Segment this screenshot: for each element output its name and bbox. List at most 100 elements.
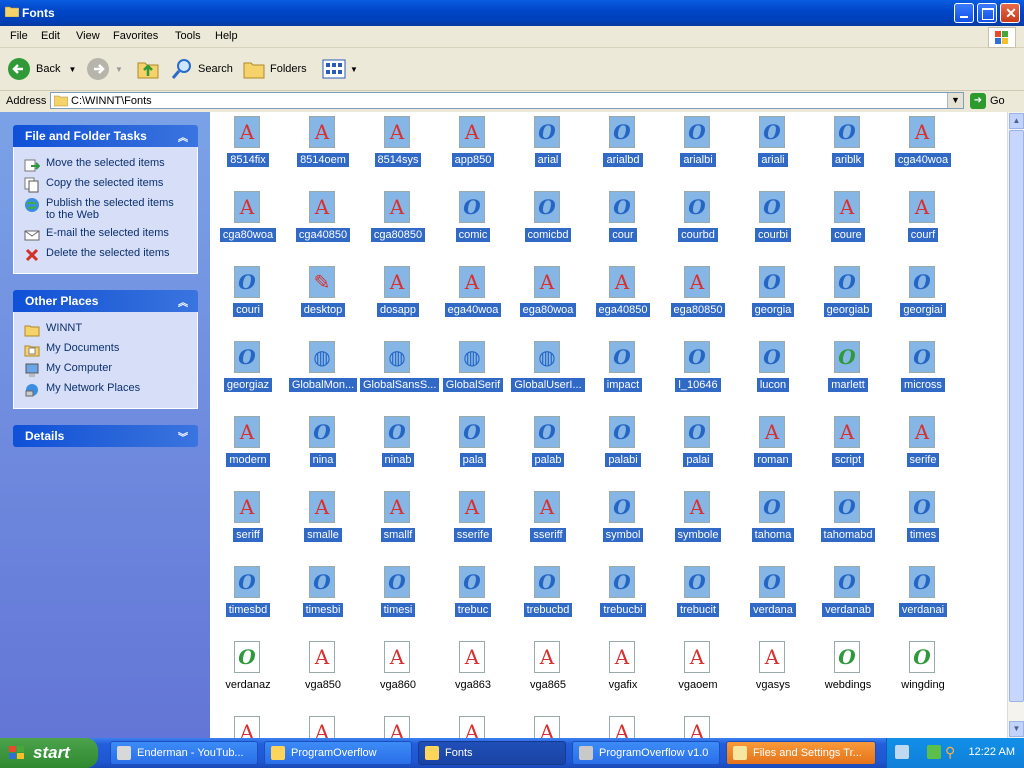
- file-item[interactable]: Opalab: [510, 416, 586, 470]
- file-item[interactable]: Owingding: [885, 641, 961, 695]
- file-item[interactable]: Aserife: [885, 416, 961, 470]
- file-item[interactable]: A: [660, 716, 736, 738]
- scroll-thumb[interactable]: [1009, 130, 1024, 702]
- collapse-chevron-icon[interactable]: ︽: [178, 129, 188, 144]
- menu-favorites[interactable]: Favorites: [113, 30, 158, 42]
- file-item[interactable]: Avgaoem: [660, 641, 736, 695]
- place-my-documents[interactable]: My Documents: [24, 342, 119, 358]
- file-item[interactable]: A: [510, 716, 586, 738]
- file-item[interactable]: Avgafix: [585, 641, 661, 695]
- file-item[interactable]: Omicross: [885, 341, 961, 395]
- file-item[interactable]: Owebdings: [810, 641, 886, 695]
- taskbar-item-files-settings[interactable]: Files and Settings Tr...: [726, 741, 876, 765]
- file-item[interactable]: Asseriff: [510, 491, 586, 545]
- file-item[interactable]: Otrebucbi: [585, 566, 661, 620]
- task-email[interactable]: E-mail the selected items: [24, 227, 169, 243]
- file-item[interactable]: Amodern: [210, 416, 286, 470]
- file-item[interactable]: Ogeorgiai: [885, 266, 961, 320]
- file-item[interactable]: ✎ desktop: [285, 266, 361, 320]
- task-delete[interactable]: Delete the selected items: [24, 247, 170, 263]
- file-item[interactable]: Otrebucit: [660, 566, 736, 620]
- collapse-chevron-icon[interactable]: ︽: [178, 294, 188, 309]
- file-item[interactable]: Otahoma: [735, 491, 811, 545]
- task-copy[interactable]: Copy the selected items: [24, 177, 163, 193]
- forward-button[interactable]: ▼: [87, 56, 123, 82]
- file-item[interactable]: Ogeorgiab: [810, 266, 886, 320]
- menu-file[interactable]: File: [10, 30, 28, 42]
- file-item[interactable]: Onina: [285, 416, 361, 470]
- menu-edit[interactable]: Edit: [41, 30, 60, 42]
- file-item[interactable]: Oariali: [735, 116, 811, 170]
- scroll-up-button[interactable]: ▲: [1009, 113, 1024, 129]
- file-item[interactable]: Aega40850: [585, 266, 661, 320]
- file-item[interactable]: A: [585, 716, 661, 738]
- file-item[interactable]: Ogeorgia: [735, 266, 811, 320]
- scroll-down-button[interactable]: ▼: [1009, 721, 1024, 737]
- file-item[interactable]: Otrebucbd: [510, 566, 586, 620]
- file-item[interactable]: Oimpact: [585, 341, 661, 395]
- file-item[interactable]: Ol_10646: [660, 341, 736, 395]
- file-item[interactable]: Ocomic: [435, 191, 511, 245]
- file-item[interactable]: Overdanai: [885, 566, 961, 620]
- file-item[interactable]: Otimes: [885, 491, 961, 545]
- back-dropdown-icon[interactable]: ▼: [68, 65, 76, 74]
- go-button[interactable]: ➜ Go: [970, 93, 1005, 109]
- file-item[interactable]: Ocouri: [210, 266, 286, 320]
- taskbar-item-programoverflow-v1[interactable]: ProgramOverflow v1.0: [572, 741, 720, 765]
- forward-dropdown-icon[interactable]: ▼: [115, 65, 123, 74]
- file-item[interactable]: ◍ GlobalSansS...: [360, 341, 440, 395]
- back-button[interactable]: Back ▼: [8, 56, 76, 82]
- file-item[interactable]: A: [435, 716, 511, 738]
- file-item[interactable]: A: [210, 716, 286, 738]
- file-item[interactable]: Ocourbd: [660, 191, 736, 245]
- menu-view[interactable]: View: [76, 30, 100, 42]
- start-button[interactable]: start: [0, 738, 98, 768]
- details-header[interactable]: Details ︾: [13, 425, 198, 447]
- file-item[interactable]: ◍ GlobalMon...: [285, 341, 361, 395]
- file-item[interactable]: Oarialbi: [660, 116, 736, 170]
- file-item[interactable]: Acga80woa: [210, 191, 286, 245]
- file-item[interactable]: Acga40850: [285, 191, 361, 245]
- file-item[interactable]: Asserife: [435, 491, 511, 545]
- file-item[interactable]: A: [285, 716, 361, 738]
- file-list-view[interactable]: A 8514fix A 8514oem A 8514sys Aapp850 Oarial Oar…: [210, 112, 1007, 738]
- file-item[interactable]: Aega80woa: [510, 266, 586, 320]
- file-item[interactable]: Oariblk: [810, 116, 886, 170]
- file-item[interactable]: Avga865: [510, 641, 586, 695]
- file-item[interactable]: Omarlett: [810, 341, 886, 395]
- file-item[interactable]: Ogeorgiaz: [210, 341, 286, 395]
- file-item[interactable]: Acga40woa: [885, 116, 961, 170]
- file-item[interactable]: Ocour: [585, 191, 661, 245]
- file-item[interactable]: Opalai: [660, 416, 736, 470]
- file-item[interactable]: Aega80850: [660, 266, 736, 320]
- search-tray-icon[interactable]: ⚲: [945, 744, 955, 761]
- file-item[interactable]: Ascript: [810, 416, 886, 470]
- file-item[interactable]: Oarialbd: [585, 116, 661, 170]
- minimize-button[interactable]: [954, 3, 974, 23]
- file-item[interactable]: Overdana: [735, 566, 811, 620]
- file-item[interactable]: Otrebuc: [435, 566, 511, 620]
- file-item[interactable]: Osymbol: [585, 491, 661, 545]
- file-item[interactable]: Aseriff: [210, 491, 286, 545]
- file-item[interactable]: Oarial: [510, 116, 586, 170]
- place-network[interactable]: My Network Places: [24, 382, 140, 398]
- menu-help[interactable]: Help: [215, 30, 238, 42]
- task-move[interactable]: Move the selected items: [24, 157, 165, 173]
- address-input[interactable]: C:\WINNT\Fonts ▼: [50, 92, 964, 109]
- file-item[interactable]: Otimesbi: [285, 566, 361, 620]
- search-button[interactable]: Search: [170, 56, 233, 82]
- file-item[interactable]: Avga863: [435, 641, 511, 695]
- file-item[interactable]: Aapp850: [435, 116, 511, 170]
- file-item[interactable]: Ocomicbd: [510, 191, 586, 245]
- file-item[interactable]: Otahomabd: [810, 491, 886, 545]
- file-item[interactable]: Acga80850: [360, 191, 436, 245]
- expand-chevron-icon[interactable]: ︾: [178, 429, 188, 444]
- file-item[interactable]: ◍ GlobalSerif: [435, 341, 511, 395]
- place-winnt[interactable]: WINNT: [24, 322, 82, 338]
- file-item[interactable]: Opalabi: [585, 416, 661, 470]
- file-item[interactable]: Otimesbd: [210, 566, 286, 620]
- file-item[interactable]: Opala: [435, 416, 511, 470]
- file-item[interactable]: A 8514oem: [285, 116, 361, 170]
- folders-button[interactable]: Folders: [242, 56, 307, 82]
- taskbar-item-programoverflow[interactable]: ProgramOverflow: [264, 741, 412, 765]
